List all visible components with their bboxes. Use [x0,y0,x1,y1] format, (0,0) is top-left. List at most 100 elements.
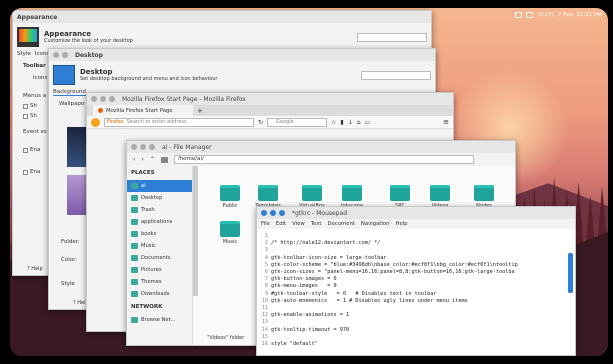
fm-status: "Videos" folder [207,335,245,341]
code-line: gtk-tooltip-timeout = 970 [271,326,350,333]
desktop-icon [53,65,75,85]
reload-icon[interactable]: ↻ [258,119,263,126]
back-arrow-icon[interactable]: ‹ [133,156,135,163]
sidebar-item-documents[interactable]: Documents [127,252,192,264]
code-line: gtk-button-images = 0 [271,276,337,283]
download-icon[interactable]: ↓ [348,119,353,126]
code-line: style "default" [271,341,318,348]
appearance-help-button[interactable]: ? Help [27,266,43,272]
sidebar-item-browse-network[interactable]: Browse Net... [127,314,192,326]
folder-label: Folder: [61,239,80,245]
firefox-favicon [98,108,103,113]
line-number: 3 [264,247,268,254]
tab-background[interactable]: Background [53,89,86,96]
maximize-icon[interactable] [109,96,115,102]
menu-view[interactable]: View [292,221,305,227]
sidebar-item-ai[interactable]: ai [127,180,192,192]
home-icon[interactable]: ⌂ [357,119,361,126]
wallpaper-thumb-2[interactable] [67,175,87,215]
maximize-icon[interactable] [279,210,285,216]
tab-style[interactable]: Style [17,51,31,57]
close-icon[interactable] [91,96,97,102]
places-label: PLACES [131,170,155,176]
close-icon[interactable] [131,144,137,150]
appearance-title: Appearance [17,13,58,21]
folder-toggle-icon[interactable] [160,156,168,163]
minimize-icon[interactable] [140,144,146,150]
sidebar-item-books[interactable]: books [127,228,192,240]
battery-text: (2:27) [537,12,554,18]
code-line: gtk-toolbar-icon-size = large-toolbar [271,254,387,261]
appearance-titlebar: Appearance [13,11,431,23]
sidebar-item-music[interactable]: Music [127,240,192,252]
line-number: 15 [261,333,268,340]
menu-document[interactable]: Document [327,221,354,227]
back-icon[interactable] [91,117,100,127]
sidebar-item-downloads[interactable]: Downloads [127,288,192,300]
line-number: 11 [261,305,268,312]
desktop-search[interactable] [361,70,431,80]
line-number: 13 [261,319,268,326]
sidebar-item-trash[interactable]: Trash [127,204,192,216]
desktop-subtitle: Set desktop background and menu and icon… [80,76,218,82]
firefox-tab[interactable]: Mozilla Firefox Start Page [93,105,193,116]
close-icon[interactable] [261,210,267,216]
code-line: gtk-icon-sizes = "panel-menu=16,16:panel… [271,269,515,276]
code-line: /* http://nale12.deviantart.com/ */ [271,240,381,247]
desktop-title: Desktop [75,51,103,59]
minimize-icon[interactable] [62,52,68,58]
search-bar[interactable]: Google [267,117,328,127]
line-number: 5 [264,261,268,268]
minimize-icon[interactable] [270,210,276,216]
minimize-icon[interactable] [100,96,106,102]
wallpaper-thumb-1[interactable] [67,127,87,167]
menu-text[interactable]: Text [311,221,322,227]
menu-help[interactable]: Help [395,221,407,227]
editor-scrollbar[interactable] [568,253,573,293]
appearance-subtitle: Customize the look of your desktop [44,38,133,44]
sidebar-item-desktop[interactable]: Desktop [127,192,192,204]
line-number: 8 [264,283,268,290]
color-label: Color: [61,257,78,263]
code-line: gtk-enable-animations = 1 [271,312,350,319]
clock[interactable]: 7 Feb, 21:31 PM [558,12,602,18]
chat-icon[interactable]: ▭ [365,119,371,126]
menu-navigation[interactable]: Navigation [361,221,390,227]
appearance-heading: Appearance [44,30,91,38]
editor-text[interactable]: /* http://nale12.deviantart.com/ */ gtk-… [271,233,568,348]
network-icon[interactable] [526,12,534,18]
code-line: gtk-auto-mnemonics = 1 # Disables ugly l… [271,297,468,304]
sidebar-item-applications[interactable]: applications [127,216,192,228]
folder-public[interactable]: Public [217,185,243,217]
new-tab-button[interactable]: + [197,107,203,115]
menu-edit[interactable]: Edit [276,221,286,227]
sidebar-item-pictures[interactable]: Pictures [127,264,192,276]
url-bar[interactable]: Firefox Search or enter address [104,117,254,127]
library-icon[interactable]: ▮ [340,119,343,126]
folder-music[interactable]: Music [217,221,243,253]
menu-file[interactable]: File [261,221,270,227]
network-label: NETWORK [131,304,163,310]
maximize-icon[interactable] [149,144,155,150]
line-number: 9 [264,290,268,297]
appearance-search[interactable] [357,32,427,42]
star-icon[interactable]: ☆ [331,119,336,126]
code-line: gtk-menu-images = 0 [271,283,337,290]
close-icon[interactable] [53,52,59,58]
path-bar[interactable]: /home/ai/ [173,155,474,164]
sidebar-scrollbar[interactable] [193,166,198,296]
menu-icon[interactable]: ≡ [443,118,449,126]
code-line: #gtk-toolbar-style = 0 # Disables text i… [271,290,437,297]
mousepad-title: *gtkrc - Mousepad [292,209,348,217]
line-number: 7 [264,276,268,283]
line-number: 4 [264,254,268,261]
line-number: 1 [264,233,268,239]
up-arrow-icon[interactable]: ⌃ [150,156,155,163]
forward-arrow-icon[interactable]: › [141,156,143,163]
line-number: 10 [261,297,268,304]
style-label: Style [61,281,75,287]
sidebar-item-themes[interactable]: Themes [127,276,192,288]
battery-icon[interactable] [515,12,523,18]
